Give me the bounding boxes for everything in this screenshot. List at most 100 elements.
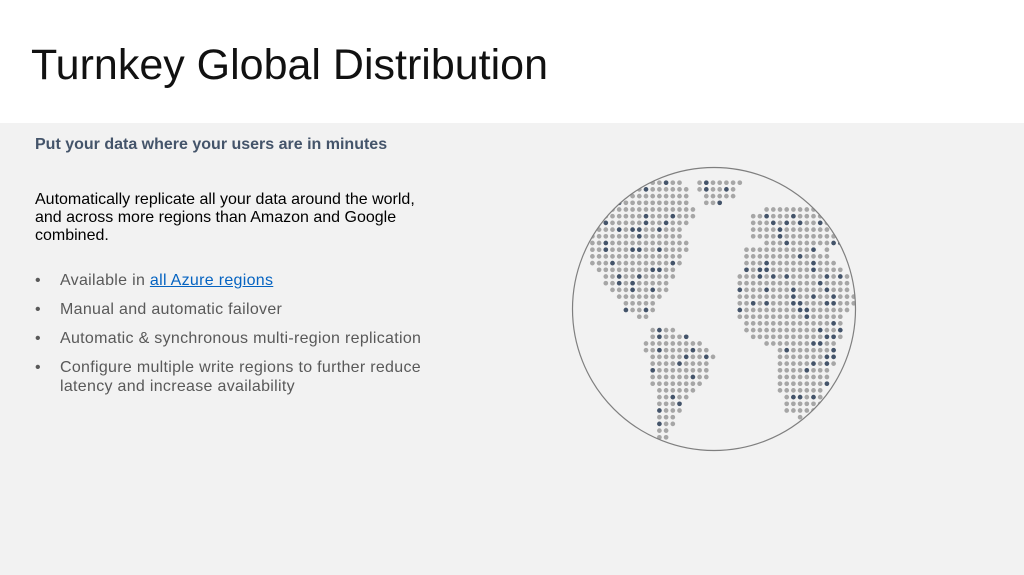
map-dot (630, 294, 635, 299)
map-dot (811, 300, 816, 306)
map-dot (670, 180, 676, 186)
map-dot (603, 254, 609, 259)
map-dot (777, 294, 783, 299)
map-dot (683, 381, 689, 387)
map-dot (817, 287, 823, 293)
map-dot (791, 294, 796, 299)
map-dot (777, 341, 783, 346)
map-dot (650, 200, 656, 206)
map-dot (730, 193, 736, 199)
map-dot (670, 421, 676, 427)
map-dot (784, 247, 790, 253)
map-dot (784, 354, 790, 360)
map-dot (596, 267, 602, 273)
map-dot (831, 321, 836, 326)
map-dot (797, 327, 803, 333)
map-dot (824, 227, 830, 232)
map-dot (817, 260, 823, 266)
map-dot (744, 280, 749, 286)
map-dot (770, 267, 776, 273)
map-dot (784, 347, 790, 353)
map-dot (630, 307, 635, 313)
map-dot (630, 213, 635, 219)
map-dot (663, 341, 669, 346)
map-dot (784, 341, 790, 346)
map-dot (757, 267, 763, 273)
map-dot (610, 227, 615, 232)
map-dot (657, 374, 662, 380)
map-dot (791, 287, 796, 293)
map-dot (663, 421, 669, 427)
map-dot (643, 307, 649, 313)
map-dot (831, 240, 836, 246)
map-dot (797, 374, 803, 380)
map-dot (670, 408, 676, 413)
map-dot (811, 361, 816, 366)
map-dot (677, 381, 682, 387)
map-dot (683, 374, 689, 380)
map-dot (703, 354, 709, 360)
map-dot (697, 347, 702, 353)
map-dot (770, 307, 776, 313)
map-dot (630, 274, 635, 279)
map-dot (844, 280, 850, 286)
map-dot (677, 260, 682, 266)
map-dot (690, 347, 696, 353)
map-dot (630, 227, 635, 232)
map-dot (757, 233, 763, 239)
map-dot (683, 394, 689, 400)
azure-regions-link[interactable]: all Azure regions (150, 272, 273, 289)
map-dot (663, 347, 669, 353)
slide-title: Turnkey Global Distribution (31, 41, 549, 89)
map-dot (630, 260, 635, 266)
map-dot (811, 227, 816, 232)
map-dot (831, 307, 836, 313)
map-dot (750, 321, 756, 326)
map-dot (777, 307, 783, 313)
map-dot (817, 314, 823, 320)
map-dot (770, 314, 776, 320)
map-dot (817, 341, 823, 346)
map-dot (770, 287, 776, 293)
map-dot (824, 280, 830, 286)
map-dot (663, 428, 669, 433)
map-dot (744, 287, 749, 293)
map-dot (784, 274, 790, 279)
map-dot (677, 193, 682, 199)
map-dot (677, 247, 682, 253)
map-dot (703, 200, 709, 206)
map-dot (797, 300, 803, 306)
map-dot (777, 347, 783, 353)
map-dot (650, 367, 656, 373)
map-dot (811, 388, 816, 393)
map-dot (643, 193, 649, 199)
map-dot (737, 287, 743, 293)
map-dot (697, 367, 702, 373)
map-dot (636, 307, 642, 313)
map-dot (757, 334, 763, 340)
map-dot (784, 300, 790, 306)
map-dot (670, 347, 676, 353)
map-dot (630, 247, 635, 253)
map-dot (657, 394, 662, 400)
map-dot (797, 287, 803, 293)
map-dot (650, 300, 656, 306)
map-dot (610, 200, 615, 206)
map-dot (610, 213, 615, 219)
map-dot (657, 334, 662, 340)
map-dot (663, 220, 669, 226)
map-dot (797, 240, 803, 246)
map-dot (851, 227, 856, 232)
map-dot (791, 260, 796, 266)
map-dot (764, 327, 769, 333)
map-dot (784, 334, 790, 340)
map-dot (630, 280, 635, 286)
map-dot (784, 394, 790, 400)
map-dot (663, 414, 669, 420)
map-dot (630, 287, 635, 293)
map-dot (677, 341, 682, 346)
map-dot (657, 294, 662, 299)
map-dot (663, 381, 669, 387)
map-dot (811, 240, 816, 246)
map-dot (717, 193, 723, 199)
